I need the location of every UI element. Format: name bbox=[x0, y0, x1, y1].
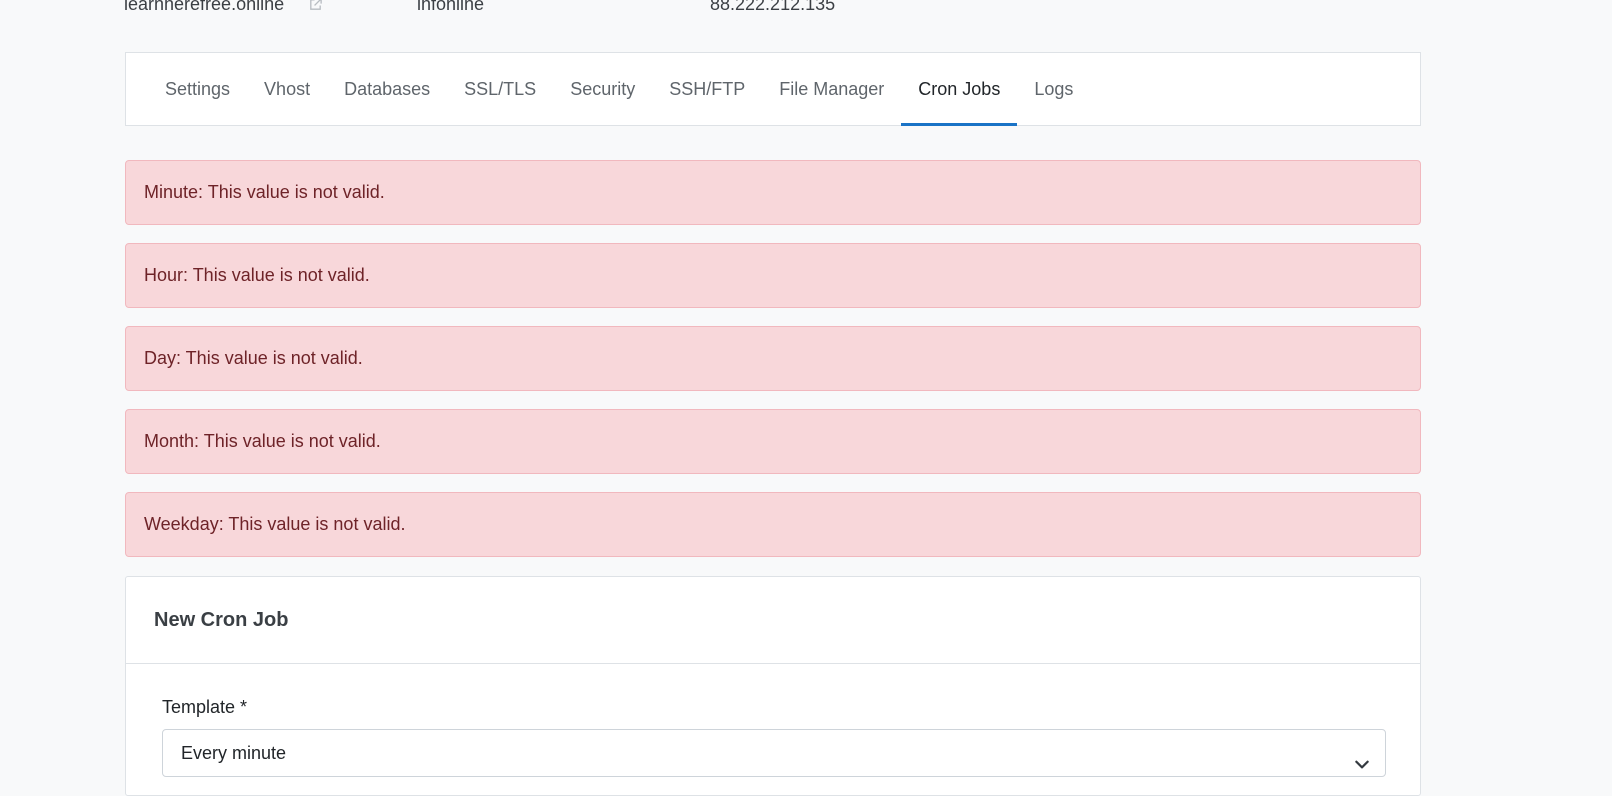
error-alert-month: Month: This value is not valid. bbox=[125, 409, 1421, 474]
tab-security[interactable]: Security bbox=[553, 53, 652, 125]
template-label: Template * bbox=[162, 697, 248, 717]
chevron-down-icon bbox=[1353, 744, 1371, 769]
site-ip: 88.222.212.135 bbox=[710, 0, 836, 14]
error-alert-hour: Hour: This value is not valid. bbox=[125, 243, 1421, 308]
template-select[interactable]: Every minute bbox=[162, 729, 1386, 777]
tab-ssh-ftp[interactable]: SSH/FTP bbox=[652, 53, 762, 125]
error-alert-weekday: Weekday: This value is not valid. bbox=[125, 492, 1421, 557]
external-link-icon[interactable] bbox=[308, 0, 323, 11]
tab-databases[interactable]: Databases bbox=[327, 53, 447, 125]
new-cron-job-card: New Cron Job Template * Every minute bbox=[125, 576, 1421, 796]
template-selected-value: Every minute bbox=[181, 743, 287, 763]
card-title: New Cron Job bbox=[126, 577, 1420, 664]
tab-settings[interactable]: Settings bbox=[148, 53, 247, 125]
tab-cron-jobs[interactable]: Cron Jobs bbox=[901, 53, 1018, 126]
tab-file-manager[interactable]: File Manager bbox=[762, 53, 901, 125]
site-user: lhfonline bbox=[417, 0, 485, 14]
site-tabs: Settings Vhost Databases SSL/TLS Securit… bbox=[125, 52, 1421, 126]
tab-ssl-tls[interactable]: SSL/TLS bbox=[447, 53, 553, 125]
error-alert-day: Day: This value is not valid. bbox=[125, 326, 1421, 391]
tab-vhost[interactable]: Vhost bbox=[247, 53, 327, 125]
site-domain-link[interactable]: learnherefree.online bbox=[124, 0, 284, 15]
error-alert-minute: Minute: This value is not valid. bbox=[125, 160, 1421, 225]
tab-logs[interactable]: Logs bbox=[1017, 53, 1090, 125]
